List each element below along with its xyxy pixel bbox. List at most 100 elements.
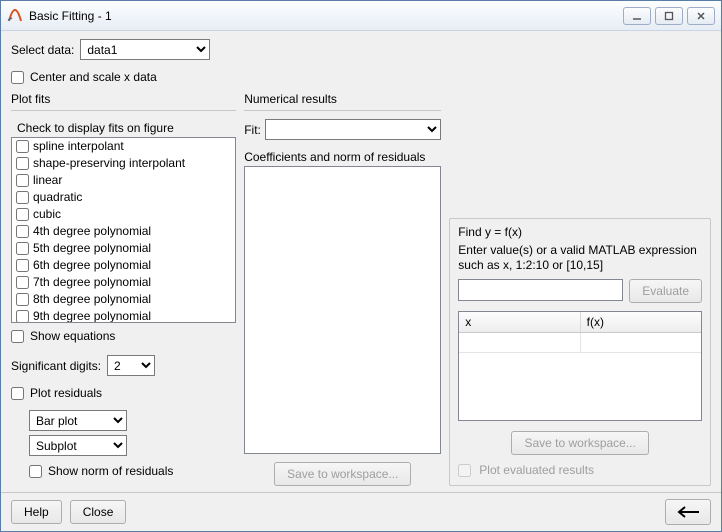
plot-evaluated-label: Plot evaluated results xyxy=(479,463,594,477)
fit-checkbox[interactable] xyxy=(16,293,29,306)
divider xyxy=(11,110,236,111)
fit-label: shape-preserving interpolant xyxy=(33,156,185,170)
fit-checkbox[interactable] xyxy=(16,208,29,221)
fit-label: linear xyxy=(33,173,62,187)
fit-label: spline interpolant xyxy=(33,139,124,153)
table-cell xyxy=(581,333,701,352)
fit-item: 5th degree polynomial xyxy=(12,240,235,257)
fit-checkbox[interactable] xyxy=(16,157,29,170)
help-button[interactable]: Help xyxy=(11,500,62,524)
center-scale-row: Center and scale x data xyxy=(11,70,711,84)
close-button[interactable]: Close xyxy=(70,500,127,524)
fit-label: 9th degree polynomial xyxy=(33,309,151,323)
show-norm-label: Show norm of residuals xyxy=(48,464,173,478)
select-data-row: Select data: data1 xyxy=(11,39,711,60)
sig-digits-label: Significant digits: xyxy=(11,359,101,373)
residuals-options: Bar plot Subplot Show norm of residuals xyxy=(29,410,236,486)
app-logo-icon xyxy=(7,8,23,24)
plot-residuals-checkbox[interactable] xyxy=(11,387,24,400)
col-fx-header: f(x) xyxy=(581,312,701,332)
show-norm-row: Show norm of residuals xyxy=(29,464,236,478)
fit-dropdown[interactable] xyxy=(265,119,441,140)
divider xyxy=(244,110,441,111)
find-panel: Find y = f(x) Enter value(s) or a valid … xyxy=(449,218,711,486)
fits-listbox[interactable]: spline interpolant shape-preserving inte… xyxy=(11,137,236,323)
fit-checkbox[interactable] xyxy=(16,191,29,204)
fit-item: 9th degree polynomial xyxy=(12,308,235,323)
back-arrow-button[interactable] xyxy=(665,499,711,525)
fit-item: shape-preserving interpolant xyxy=(12,155,235,172)
fit-item: 8th degree polynomial xyxy=(12,291,235,308)
plot-fits-panel: Plot fits Check to display fits on figur… xyxy=(11,92,236,486)
plot-residuals-label: Plot residuals xyxy=(30,386,102,400)
fit-item: 7th degree polynomial xyxy=(12,274,235,291)
maximize-button[interactable] xyxy=(655,7,683,25)
fit-label: quadratic xyxy=(33,190,82,204)
fit-item: linear xyxy=(12,172,235,189)
evaluate-row: Evaluate xyxy=(458,279,702,303)
select-data-label: Select data: xyxy=(11,43,74,57)
select-data-dropdown[interactable]: data1 xyxy=(80,39,210,60)
arrow-left-icon xyxy=(675,505,701,519)
fit-item: spline interpolant xyxy=(12,138,235,155)
fit-item: 6th degree polynomial xyxy=(12,257,235,274)
fit-item: cubic xyxy=(12,206,235,223)
center-scale-label: Center and scale x data xyxy=(30,70,157,84)
fit-label: 8th degree polynomial xyxy=(33,292,151,306)
numerical-title: Numerical results xyxy=(244,92,441,106)
fit-item: 4th degree polynomial xyxy=(12,223,235,240)
results-table: x f(x) xyxy=(458,311,702,421)
fit-checkbox[interactable] xyxy=(16,310,29,323)
save-to-workspace-button[interactable]: Save to workspace... xyxy=(274,462,411,486)
window-title: Basic Fitting - 1 xyxy=(29,9,623,23)
find-panel-column: Find y = f(x) Enter value(s) or a valid … xyxy=(449,92,711,486)
fit-checkbox[interactable] xyxy=(16,225,29,238)
show-norm-checkbox[interactable] xyxy=(29,465,42,478)
content-area: Select data: data1 Center and scale x da… xyxy=(1,31,721,492)
fit-checkbox[interactable] xyxy=(16,259,29,272)
fit-label: 6th degree polynomial xyxy=(33,258,151,272)
plot-fits-subtitle: Check to display fits on figure xyxy=(17,121,236,135)
window-root: Basic Fitting - 1 Select data: data1 Cen… xyxy=(0,0,722,532)
fit-select-row: Fit: xyxy=(244,119,441,140)
minimize-button[interactable] xyxy=(623,7,651,25)
table-cell xyxy=(459,333,580,352)
table-header: x f(x) xyxy=(459,312,701,333)
fit-label: Fit: xyxy=(244,123,261,137)
evaluate-input[interactable] xyxy=(458,279,623,301)
plot-evaluated-checkbox[interactable] xyxy=(458,464,471,477)
find-save-to-workspace-button[interactable]: Save to workspace... xyxy=(511,431,648,455)
close-window-button[interactable] xyxy=(687,7,715,25)
find-title: Find y = f(x) xyxy=(458,225,702,239)
window-buttons xyxy=(623,7,715,25)
table-row xyxy=(459,333,701,353)
find-instructions: Enter value(s) or a valid MATLAB express… xyxy=(458,243,702,273)
sig-digits-row: Significant digits: 2 xyxy=(11,355,236,376)
fit-label: 7th degree polynomial xyxy=(33,275,151,289)
columns: Plot fits Check to display fits on figur… xyxy=(11,92,711,486)
show-equations-label: Show equations xyxy=(30,329,115,343)
fit-checkbox[interactable] xyxy=(16,140,29,153)
plot-evaluated-row: Plot evaluated results xyxy=(458,463,702,477)
plot-fits-title: Plot fits xyxy=(11,92,236,106)
show-equations-row: Show equations xyxy=(11,329,236,343)
center-scale-checkbox[interactable] xyxy=(11,71,24,84)
residual-type-dropdown[interactable]: Bar plot xyxy=(29,410,127,431)
titlebar: Basic Fitting - 1 xyxy=(1,1,721,31)
fit-checkbox[interactable] xyxy=(16,242,29,255)
fit-label: 4th degree polynomial xyxy=(33,224,151,238)
sig-digits-dropdown[interactable]: 2 xyxy=(107,355,155,376)
bottom-bar: Help Close xyxy=(1,492,721,531)
fit-checkbox[interactable] xyxy=(16,174,29,187)
fit-label: 5th degree polynomial xyxy=(33,241,151,255)
fit-item: quadratic xyxy=(12,189,235,206)
numerical-results-panel: Numerical results Fit: Coefficients and … xyxy=(244,92,441,486)
residual-location-dropdown[interactable]: Subplot xyxy=(29,435,127,456)
evaluate-button[interactable]: Evaluate xyxy=(629,279,702,303)
col-x-header: x xyxy=(459,312,580,332)
fit-checkbox[interactable] xyxy=(16,276,29,289)
coefficients-box xyxy=(244,166,441,454)
show-equations-checkbox[interactable] xyxy=(11,330,24,343)
plot-residuals-row: Plot residuals xyxy=(11,386,236,400)
fit-label: cubic xyxy=(33,207,61,221)
